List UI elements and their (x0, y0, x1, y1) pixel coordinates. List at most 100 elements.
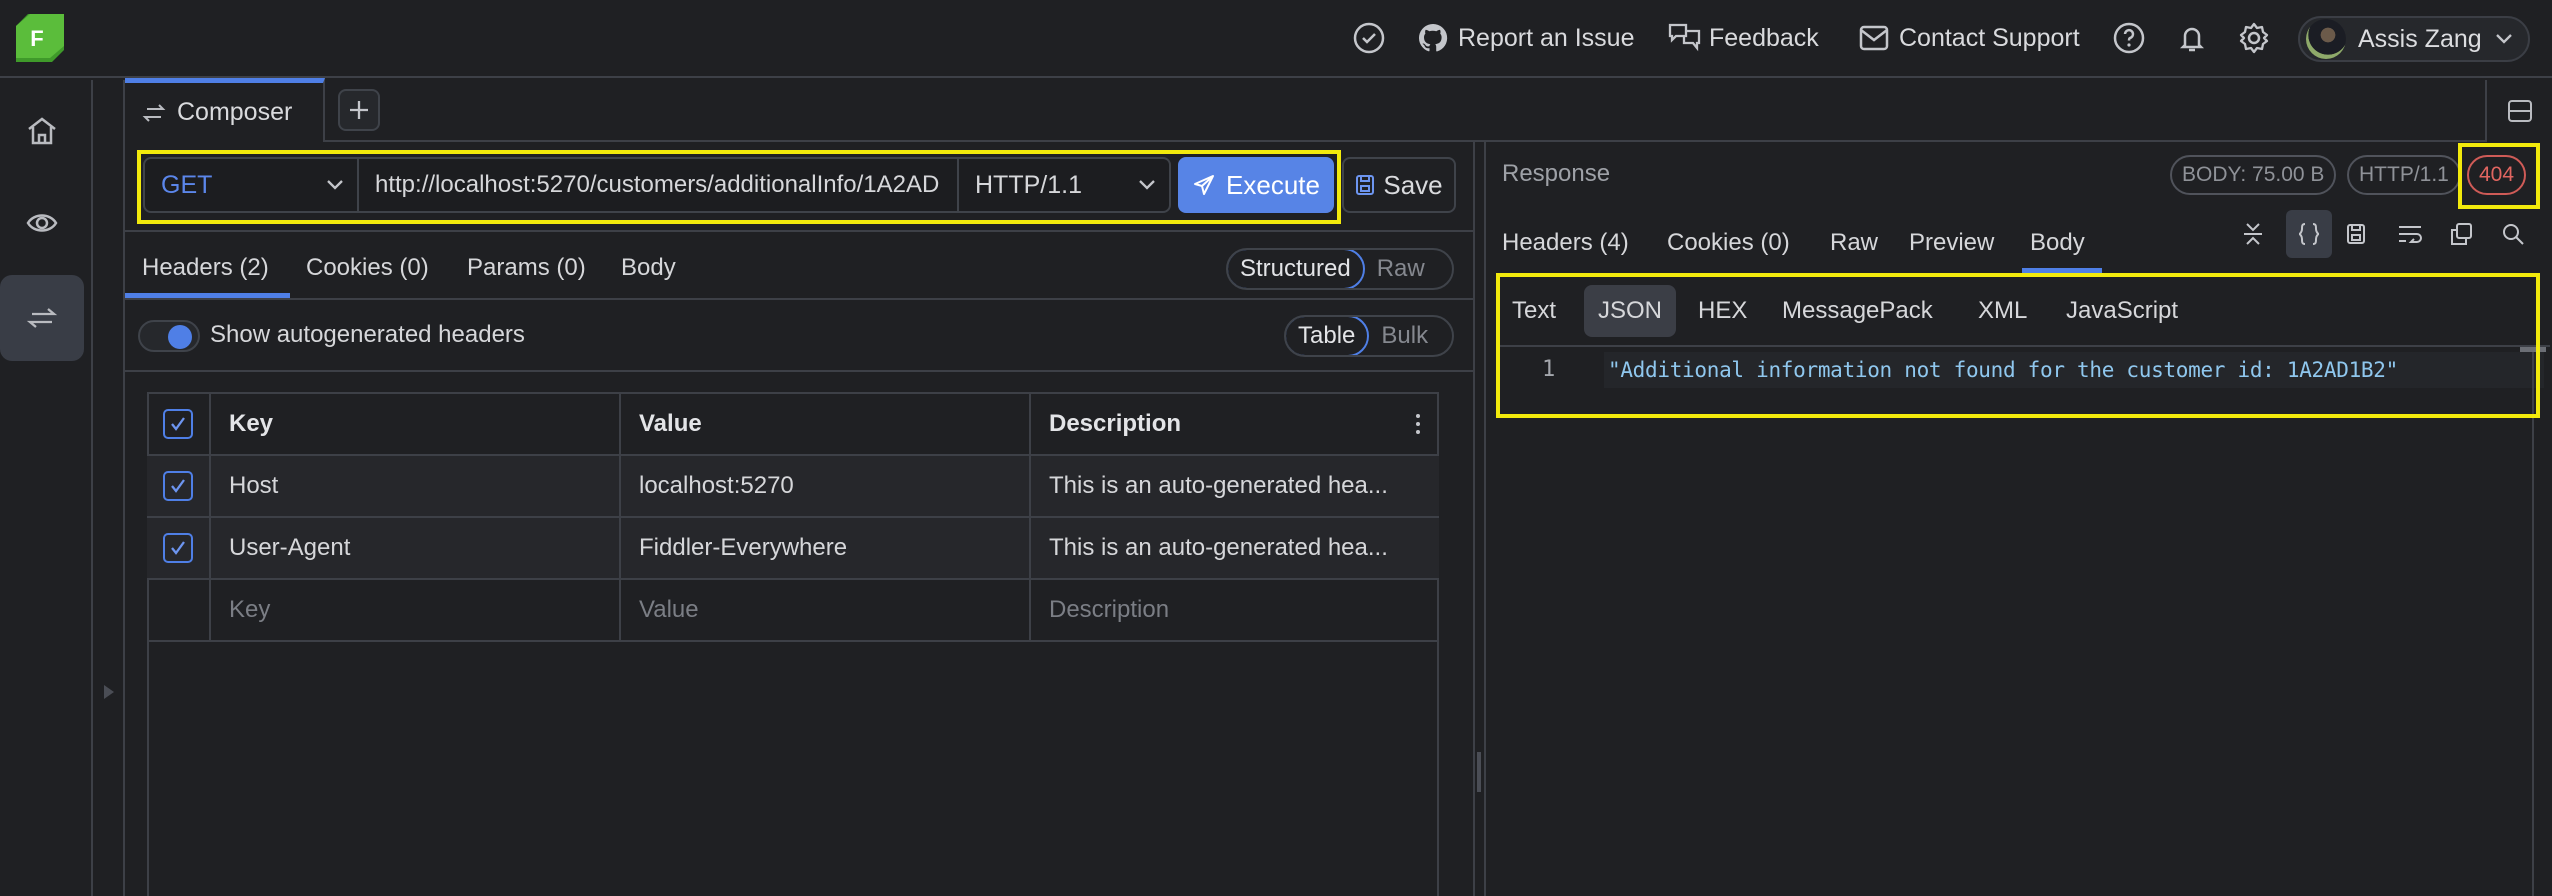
tab-composer-label: Composer (177, 98, 293, 126)
eye-icon (26, 212, 58, 234)
help-icon (2112, 21, 2146, 55)
panel-collapse-strip (93, 80, 125, 896)
feedback-label: Feedback (1709, 23, 1819, 52)
arrows-exchange-icon (141, 102, 167, 124)
divider (125, 370, 1475, 372)
row-description[interactable]: This is an auto-generated hea... (1031, 518, 1439, 578)
tab-composer[interactable]: Composer (125, 78, 325, 142)
gear-icon (2237, 21, 2271, 55)
contact-support-link[interactable]: Contact Support (1857, 18, 2080, 58)
row-checkbox[interactable] (163, 471, 193, 501)
row-key[interactable]: Host (211, 456, 621, 516)
contact-support-label: Contact Support (1899, 23, 2080, 52)
sidebar-item-home[interactable] (0, 104, 84, 158)
view-mode-raw[interactable]: Raw (1365, 250, 1437, 288)
expand-panel-toggle[interactable] (102, 683, 116, 701)
chevron-down-icon (2494, 32, 2514, 46)
tab-response-headers[interactable]: Headers (4) (1502, 229, 1629, 257)
new-value-input[interactable]: Value (621, 580, 1031, 640)
user-menu[interactable]: Assis Zang (2298, 16, 2530, 62)
format-code-icon[interactable] (2286, 210, 2332, 258)
word-wrap-icon[interactable] (2392, 216, 2428, 252)
report-issue-link[interactable]: Report an Issue (1416, 18, 1635, 58)
edit-mode-table[interactable]: Table (1286, 317, 1370, 355)
save-button[interactable]: Save (1342, 157, 1456, 213)
new-key-input[interactable]: Key (211, 580, 621, 640)
new-description-input[interactable]: Description (1031, 580, 1439, 640)
checklist-button[interactable] (1352, 18, 1386, 58)
collapse-all-icon[interactable] (2235, 216, 2271, 252)
row-value[interactable]: localhost:5270 (621, 456, 1031, 516)
table-header-row: Key Value Description (147, 394, 1439, 456)
response-body-highlight (1496, 273, 2540, 418)
tab-request-body[interactable]: Body (621, 254, 676, 282)
table-row: Host localhost:5270 This is an auto-gene… (147, 456, 1439, 518)
mail-icon (1857, 21, 1891, 55)
tab-strip (125, 80, 2485, 142)
more-vertical-icon[interactable] (1415, 413, 1421, 435)
home-icon (26, 116, 58, 146)
app-logo: F (16, 14, 64, 62)
top-bar (0, 0, 2552, 78)
divider (125, 230, 1475, 232)
chat-bubbles-icon (1667, 21, 1701, 55)
tab-response-cookies[interactable]: Cookies (0) (1667, 229, 1790, 257)
check-circle-icon (1352, 21, 1386, 55)
sidebar-item-live-traffic[interactable] (0, 196, 84, 250)
report-issue-label: Report an Issue (1458, 23, 1635, 52)
bell-icon (2175, 21, 2209, 55)
column-key: Key (211, 394, 621, 454)
row-checkbox[interactable] (163, 533, 193, 563)
column-value: Value (621, 394, 1031, 454)
svg-text:F: F (30, 26, 43, 51)
toggle-layout-button[interactable] (2485, 80, 2552, 142)
select-all-checkbox[interactable] (163, 409, 193, 439)
response-title: Response (1502, 160, 1611, 187)
autogenerated-headers-label: Show autogenerated headers (210, 321, 525, 348)
scrollbar-track[interactable] (2532, 347, 2534, 896)
tab-response-body[interactable]: Body (2030, 229, 2085, 257)
save-response-icon[interactable] (2338, 216, 2374, 252)
search-icon[interactable] (2495, 216, 2531, 252)
copy-icon[interactable] (2443, 216, 2479, 252)
split-layout-icon (2507, 99, 2533, 123)
plus-icon (348, 99, 370, 121)
toggle-knob (168, 325, 192, 349)
user-name: Assis Zang (2358, 24, 2482, 53)
divider (1484, 142, 1486, 896)
tab-request-params[interactable]: Params (0) (467, 254, 586, 282)
view-mode-structured[interactable]: Structured (1228, 250, 1365, 288)
save-label: Save (1383, 169, 1443, 200)
avatar (2306, 19, 2346, 59)
tab-request-headers[interactable]: Headers (2) (142, 254, 269, 282)
settings-button[interactable] (2237, 18, 2271, 58)
tab-response-raw[interactable]: Raw (1830, 229, 1878, 257)
edit-mode-toggle: Table Bulk (1284, 315, 1454, 357)
column-description-label: Description (1049, 410, 1182, 437)
status-highlight (2458, 143, 2540, 209)
save-icon (1355, 174, 1375, 196)
panel-resize-handle[interactable] (1477, 752, 1481, 792)
divider (125, 298, 1475, 300)
protocol-badge: HTTP/1.1 (2347, 155, 2461, 195)
table-new-row: Key Value Description (147, 580, 1439, 642)
sidebar-item-composer[interactable] (0, 275, 84, 361)
request-bar-highlight (137, 150, 1341, 224)
feedback-link[interactable]: Feedback (1667, 18, 1819, 58)
github-icon (1416, 21, 1450, 55)
table-row: User-Agent Fiddler-Everywhere This is an… (147, 518, 1439, 580)
row-description[interactable]: This is an auto-generated hea... (1031, 456, 1439, 516)
row-value[interactable]: Fiddler-Everywhere (621, 518, 1031, 578)
divider (1473, 142, 1475, 896)
view-mode-toggle: Structured Raw (1226, 248, 1454, 290)
row-key[interactable]: User-Agent (211, 518, 621, 578)
help-button[interactable] (2112, 18, 2146, 58)
body-size-badge: BODY: 75.00 B (2170, 155, 2337, 195)
notifications-button[interactable] (2175, 18, 2209, 58)
tab-request-cookies[interactable]: Cookies (0) (306, 254, 429, 282)
add-tab-button[interactable] (338, 89, 380, 131)
column-description: Description (1031, 394, 1439, 454)
tab-response-preview[interactable]: Preview (1909, 229, 1994, 257)
arrows-exchange-icon (26, 306, 58, 330)
edit-mode-bulk[interactable]: Bulk (1369, 317, 1440, 355)
